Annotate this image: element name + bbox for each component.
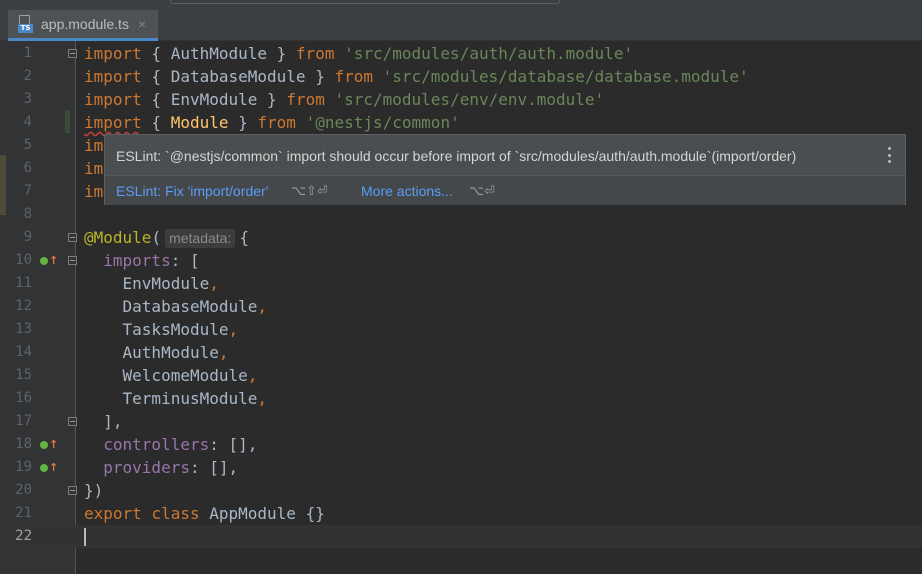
line-number: 11 bbox=[15, 275, 32, 291]
line-number: 3 bbox=[23, 91, 32, 107]
implementation-gutter-icon[interactable]: ↑ bbox=[40, 433, 58, 457]
fold-icon[interactable] bbox=[68, 417, 77, 426]
line-number: 16 bbox=[15, 390, 32, 406]
code-line: 14 AuthModule, bbox=[0, 341, 922, 364]
fold-icon[interactable] bbox=[68, 233, 77, 242]
code-line: 20 }) bbox=[0, 479, 922, 502]
fix-shortcut: ⌥⇧⏎ bbox=[291, 183, 328, 198]
line-number: 13 bbox=[15, 321, 32, 337]
code-line: 2 import { DatabaseModule } from 'src/mo… bbox=[0, 65, 922, 88]
code-line: 21 export class AppModule {} bbox=[0, 502, 922, 525]
code-line: 15 WelcomeModule, bbox=[0, 364, 922, 387]
line-number: 22 bbox=[0, 525, 32, 548]
eslint-message: ESLint: `@nestjs/common` import should o… bbox=[116, 148, 797, 164]
eslint-popup: ESLint: `@nestjs/common` import should o… bbox=[104, 134, 906, 205]
popup-actions: ESLint: Fix 'import/order' ⌥⇧⏎ More acti… bbox=[105, 175, 905, 205]
more-actions-link[interactable]: More actions... bbox=[361, 183, 453, 199]
line-number: 2 bbox=[23, 68, 32, 84]
fold-icon[interactable] bbox=[68, 256, 77, 265]
line-number: 6 bbox=[23, 160, 32, 176]
code-line: 8 bbox=[0, 203, 922, 226]
code-line: 19 ↑ providers: [], bbox=[0, 456, 922, 479]
more-options-icon[interactable] bbox=[887, 147, 891, 163]
implementation-gutter-icon[interactable]: ↑ bbox=[40, 249, 58, 273]
code-line: 3 import { EnvModule } from 'src/modules… bbox=[0, 88, 922, 111]
code-line: 17 ], bbox=[0, 410, 922, 433]
code-line: 16 TerminusModule, bbox=[0, 387, 922, 410]
fix-import-order-link[interactable]: ESLint: Fix 'import/order' bbox=[116, 183, 268, 199]
line-number: 5 bbox=[23, 137, 32, 153]
line-number: 8 bbox=[23, 206, 32, 222]
line-number: 12 bbox=[15, 298, 32, 314]
code-line: 1 import { AuthModule } from 'src/module… bbox=[0, 42, 922, 65]
line-number: 15 bbox=[15, 367, 32, 383]
line-number: 21 bbox=[15, 505, 32, 521]
more-actions-shortcut: ⌥⏎ bbox=[469, 183, 495, 198]
window-edge bbox=[170, 0, 560, 4]
line-number: 14 bbox=[15, 344, 32, 360]
code-line: 4 import { Module } from '@nestjs/common… bbox=[0, 111, 922, 134]
implementation-gutter-icon[interactable]: ↑ bbox=[40, 456, 58, 480]
line-number: 1 bbox=[23, 45, 32, 61]
eslint-error-squiggle: import bbox=[84, 113, 142, 132]
line-number: 10 bbox=[15, 252, 32, 268]
text-cursor bbox=[84, 528, 86, 546]
code-line: 11 EnvModule, bbox=[0, 272, 922, 295]
parameter-hint: metadata: bbox=[165, 229, 236, 248]
line-number: 18 bbox=[15, 436, 32, 452]
line-number: 19 bbox=[15, 459, 32, 475]
editor-tab-bar: TS app.module.ts × bbox=[0, 0, 922, 41]
line-number: 17 bbox=[15, 413, 32, 429]
code-line: 10 ↑ imports: [ bbox=[0, 249, 922, 272]
line-number: 20 bbox=[15, 482, 32, 498]
code-line: 12 DatabaseModule, bbox=[0, 295, 922, 318]
tab-app-module[interactable]: TS app.module.ts × bbox=[8, 10, 158, 41]
code-line: 13 TasksModule, bbox=[0, 318, 922, 341]
code-editor[interactable]: 1 import { AuthModule } from 'src/module… bbox=[0, 41, 922, 574]
fold-icon[interactable] bbox=[68, 486, 77, 495]
current-line: 22 bbox=[0, 525, 922, 548]
line-number: 9 bbox=[23, 229, 32, 245]
tab-label: app.module.ts bbox=[41, 16, 129, 32]
code-line: 9 @Module(metadata:{ bbox=[0, 226, 922, 249]
typescript-file-icon: TS bbox=[18, 15, 34, 33]
code-line: 18 ↑ controllers: [], bbox=[0, 433, 922, 456]
line-number: 4 bbox=[23, 114, 32, 130]
line-number: 7 bbox=[23, 183, 32, 199]
close-icon[interactable]: × bbox=[138, 16, 146, 32]
fold-icon[interactable] bbox=[68, 49, 77, 58]
